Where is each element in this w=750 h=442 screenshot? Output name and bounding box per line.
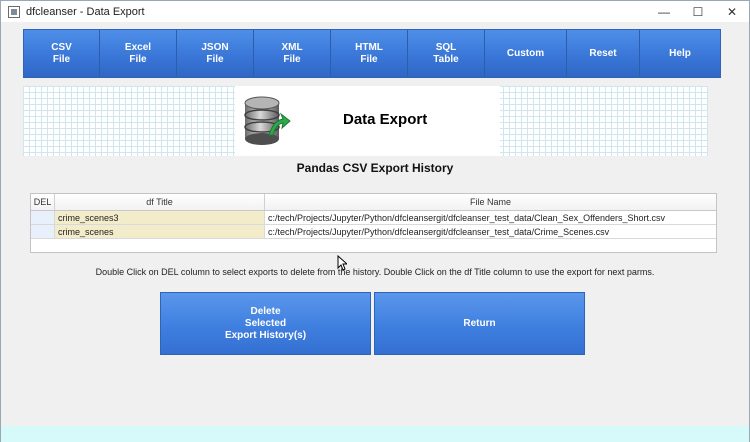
app-icon bbox=[8, 5, 20, 18]
column-header-del[interactable]: DEL bbox=[31, 194, 55, 210]
instructions-text: Double Click on DEL column to select exp… bbox=[95, 267, 655, 277]
file-name-cell[interactable]: c:/tech/Projects/Jupyter/Python/dfcleans… bbox=[265, 225, 716, 238]
title-bar[interactable]: dfcleanser - Data Export — ☐ ✕ bbox=[1, 1, 749, 22]
column-header-file-name[interactable]: File Name bbox=[265, 194, 716, 210]
df-title-cell[interactable]: crime_scenes3 bbox=[55, 211, 265, 224]
banner-title: Data Export bbox=[343, 111, 428, 128]
del-cell[interactable] bbox=[31, 225, 55, 238]
del-cell[interactable] bbox=[31, 211, 55, 224]
sql-table-button[interactable]: SQL Table bbox=[408, 30, 485, 77]
return-button[interactable]: Return bbox=[374, 292, 585, 355]
bottom-status-strip bbox=[1, 426, 749, 442]
maximize-button[interactable]: ☐ bbox=[681, 1, 715, 22]
json-file-button[interactable]: JSON File bbox=[177, 30, 254, 77]
delete-selected-history-button[interactable]: Delete Selected Export History(s) bbox=[160, 292, 371, 355]
table-row[interactable]: crime_scenes3 c:/tech/Projects/Jupyter/P… bbox=[31, 211, 716, 225]
table-row[interactable]: crime_scenes c:/tech/Projects/Jupyter/Py… bbox=[31, 225, 716, 239]
csv-file-button[interactable]: CSV File bbox=[24, 30, 100, 77]
table-header: DEL df Title File Name bbox=[31, 194, 716, 211]
reset-button[interactable]: Reset bbox=[567, 30, 640, 77]
app-window: dfcleanser - Data Export — ☐ ✕ CSV File … bbox=[0, 0, 750, 442]
export-toolbar: CSV File Excel File JSON File XML File H… bbox=[23, 29, 721, 78]
column-header-df-title[interactable]: df Title bbox=[55, 194, 265, 210]
help-button[interactable]: Help bbox=[640, 30, 720, 77]
database-export-icon bbox=[244, 96, 291, 145]
excel-file-button[interactable]: Excel File bbox=[100, 30, 177, 77]
html-file-button[interactable]: HTML File bbox=[331, 30, 408, 77]
minimize-button[interactable]: — bbox=[647, 1, 681, 22]
history-title: Pandas CSV Export History bbox=[296, 161, 454, 175]
file-name-cell[interactable]: c:/tech/Projects/Jupyter/Python/dfcleans… bbox=[265, 211, 716, 224]
custom-button[interactable]: Custom bbox=[485, 30, 567, 77]
df-title-cell[interactable]: crime_scenes bbox=[55, 225, 265, 238]
export-history-table: DEL df Title File Name crime_scenes3 c:/… bbox=[30, 193, 717, 253]
window-controls: — ☐ ✕ bbox=[647, 1, 749, 22]
page-banner: Data Export bbox=[23, 86, 708, 156]
xml-file-button[interactable]: XML File bbox=[254, 30, 331, 77]
close-button[interactable]: ✕ bbox=[715, 1, 749, 22]
main-content: CSV File Excel File JSON File XML File H… bbox=[1, 22, 749, 426]
window-title: dfcleanser - Data Export bbox=[26, 5, 145, 18]
